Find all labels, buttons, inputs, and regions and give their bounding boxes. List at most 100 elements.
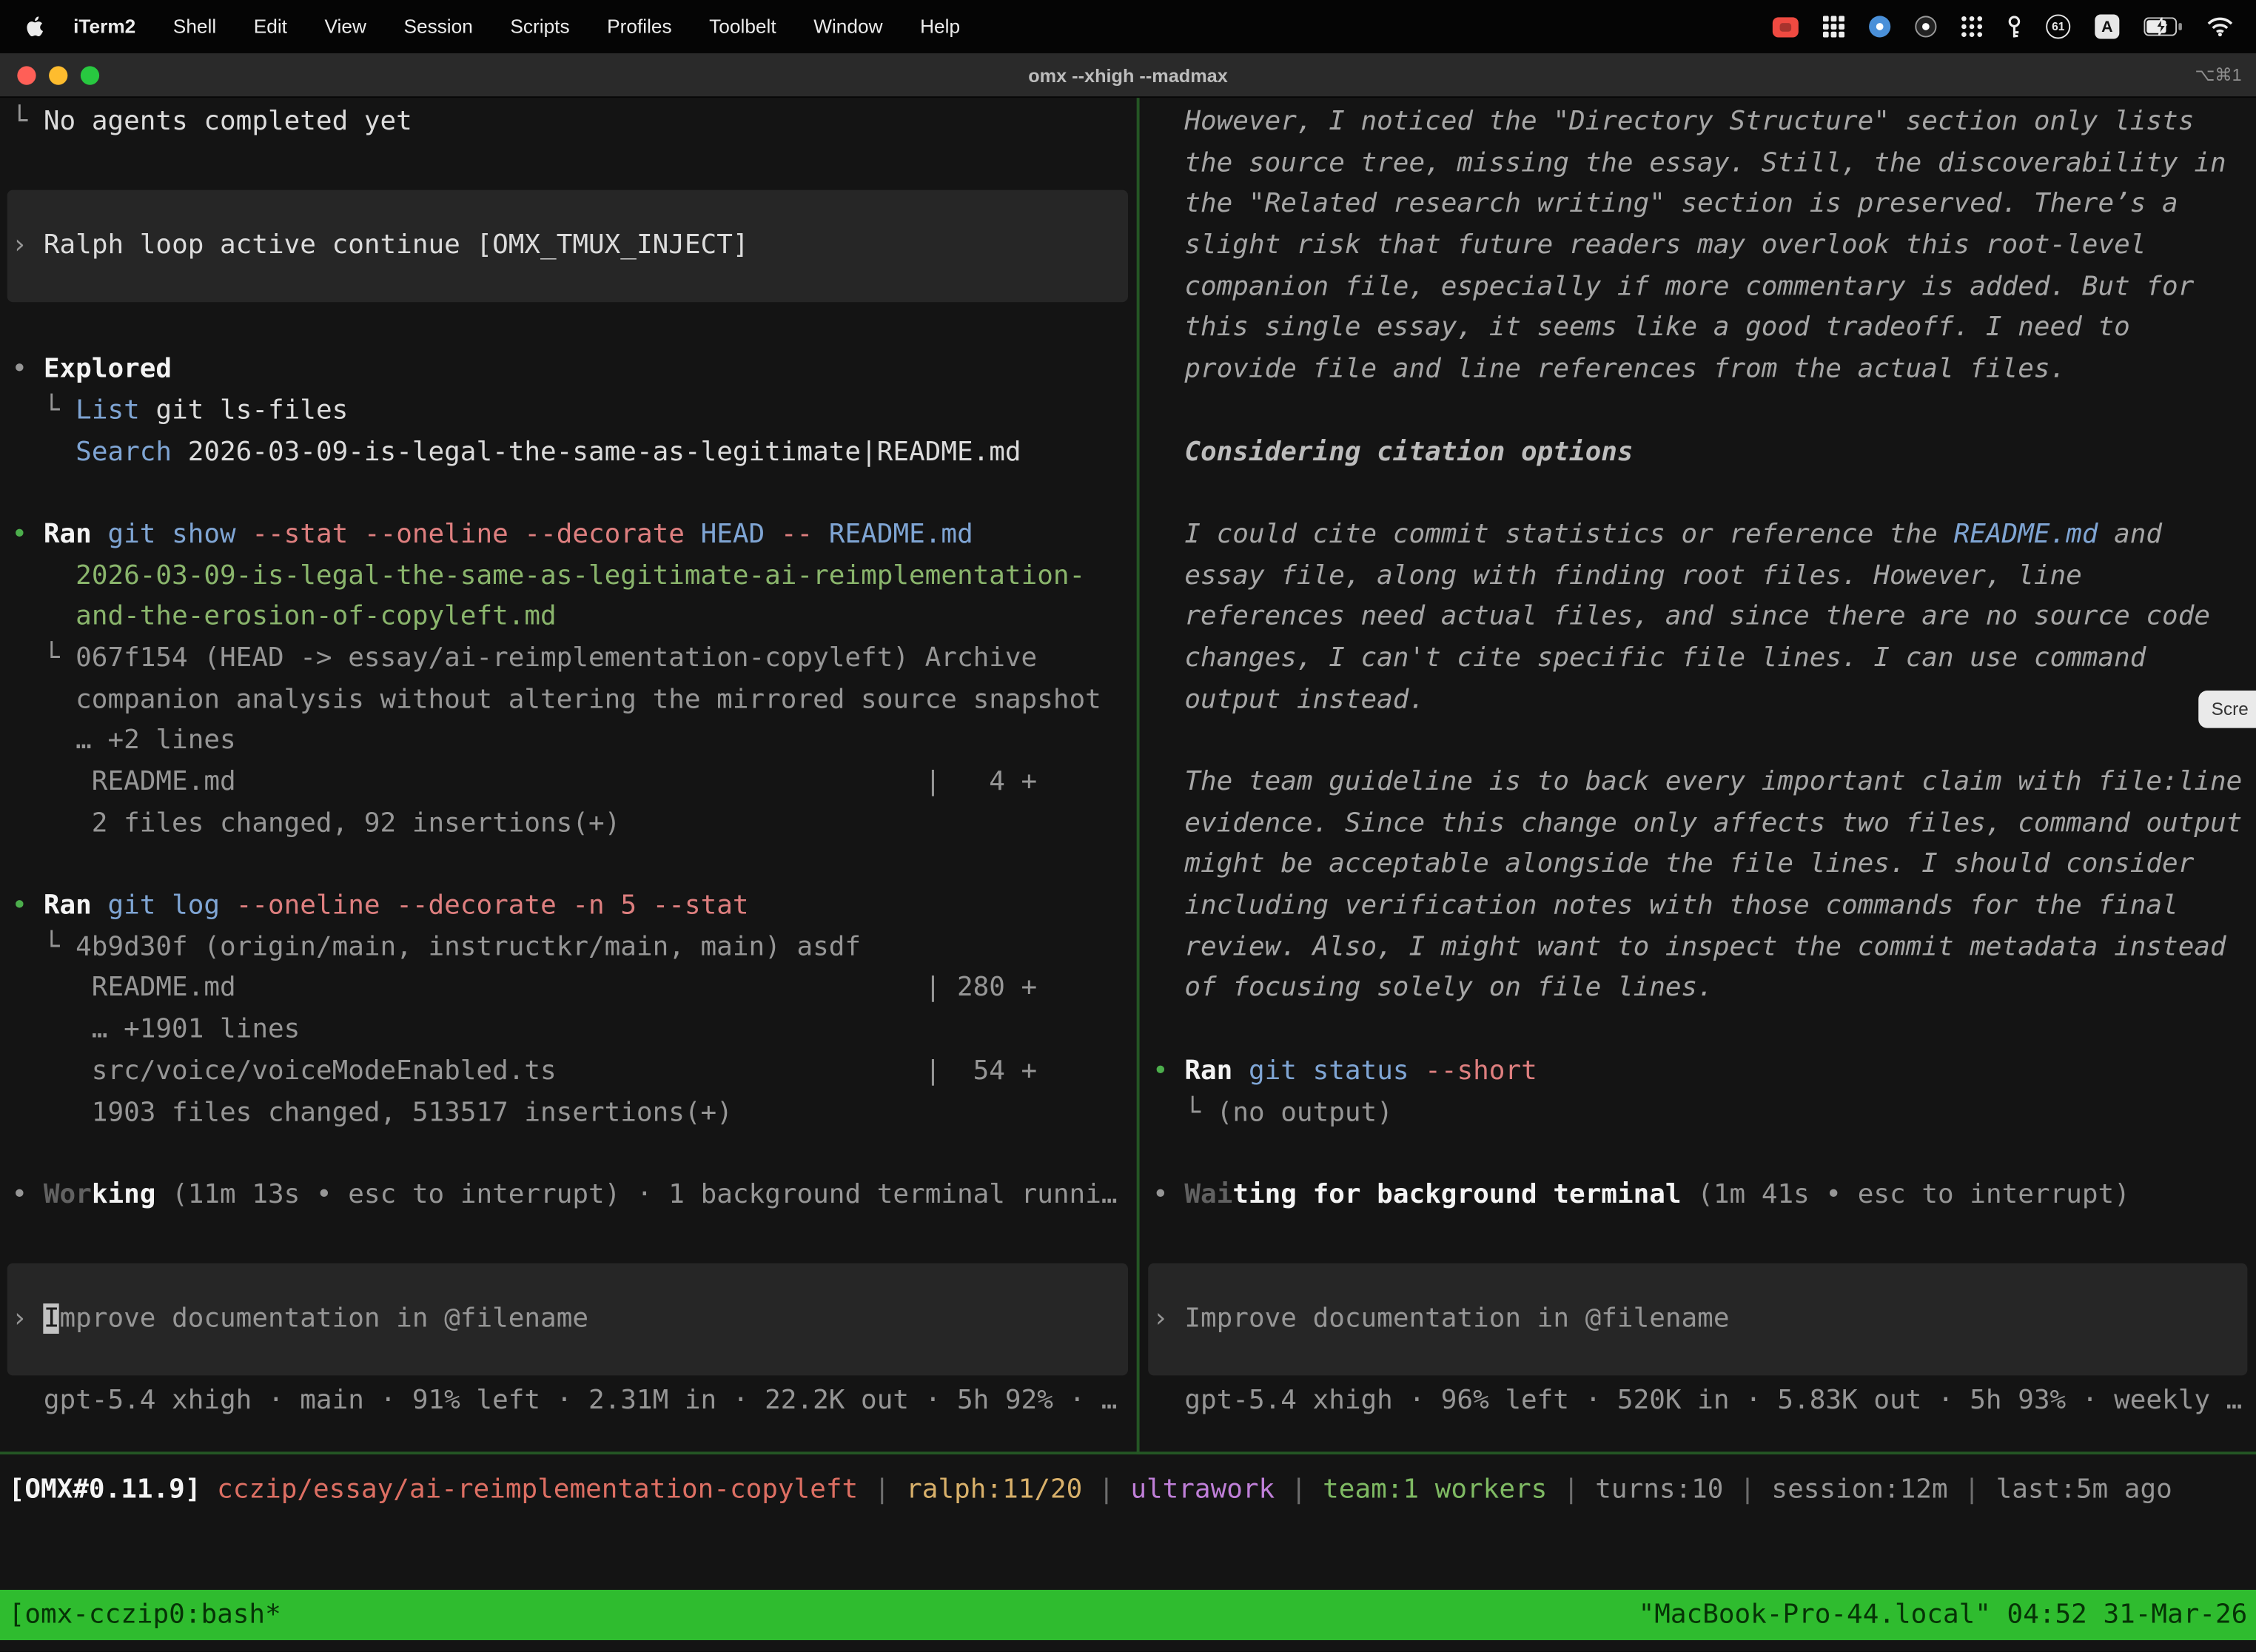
- text-segment: · 1 background terminal runni…: [637, 1180, 1118, 1210]
- blue-app-icon[interactable]: [1869, 16, 1890, 37]
- close-button[interactable]: [17, 66, 36, 84]
- terminal-line: of focusing solely on file lines.: [1152, 969, 2256, 1010]
- key-icon[interactable]: [2007, 15, 2021, 38]
- terminal-line: provide file and line references from th…: [1152, 350, 2256, 392]
- dark-app-icon[interactable]: [1915, 16, 1936, 37]
- prompt-input: › Improve documentation in @filename: [7, 1299, 588, 1340]
- blank-line: [12, 845, 1137, 887]
- screen-recording-icon[interactable]: [1773, 16, 1799, 36]
- text-segment: |: [1723, 1474, 1771, 1505]
- terminal-line: and-the-erosion-of-copyleft.md: [12, 597, 1137, 639]
- text-segment: README.md | 280 +: [12, 973, 1038, 1004]
- text-segment: •: [12, 1180, 44, 1210]
- right-terminal-pane[interactable]: However, I noticed the "Directory Struct…: [1140, 98, 2256, 1451]
- dots-grid-icon[interactable]: [1961, 16, 1983, 37]
- battery-percent-badge[interactable]: 61: [2046, 14, 2070, 38]
- text-segment: --short: [1409, 1055, 1537, 1086]
- text-segment: git log: [107, 890, 220, 921]
- text-segment: (no output): [1217, 1097, 1393, 1127]
- prompt-input[interactable]: › Improve documentation in @filename: [7, 1263, 1128, 1376]
- text-segment: (11m 13s • esc to interrupt): [155, 1180, 637, 1210]
- menu-edit[interactable]: Edit: [235, 16, 306, 37]
- text-segment: the source tree, missing the essay. Stil…: [1152, 148, 2226, 178]
- text-segment: •: [1152, 1180, 1184, 1210]
- terminal-line: evidence. Since this change only affects…: [1152, 804, 2256, 845]
- menu-toolbelt[interactable]: Toolbelt: [691, 16, 795, 37]
- text-segment: king: [92, 1180, 156, 1210]
- text-segment: essay file, along with finding root file…: [1152, 560, 2082, 591]
- text-segment: ›: [12, 1303, 44, 1334]
- screen-share-chip[interactable]: Scre: [2198, 691, 2256, 728]
- grid-app-icon[interactable]: [1823, 16, 1844, 37]
- terminal-line: I could cite commit statistics or refere…: [1152, 515, 2256, 557]
- model-status-line: gpt-5.4 xhigh · main · 91% left · 2.31M …: [12, 1382, 1137, 1423]
- text-segment: Ralph loop active continue [OMX_TMUX_INJ…: [44, 230, 749, 261]
- text-segment: evidence. Since this change only affects…: [1152, 808, 2242, 839]
- menu-scripts[interactable]: Scripts: [491, 16, 588, 37]
- terminal-area[interactable]: └ No agents completed yet › Ralph loop ac…: [0, 98, 2256, 1451]
- iterm2-window: iTerm2 Shell Edit View Session Scripts P…: [0, 0, 2256, 1652]
- terminal-line: └ 067f154 (HEAD -> essay/ai-reimplementa…: [12, 639, 1137, 680]
- battery-percent-text: 61: [2052, 20, 2064, 33]
- battery-icon[interactable]: [2143, 17, 2182, 36]
- text-segment: session:12m: [1771, 1474, 1947, 1505]
- text-segment: └: [1152, 1097, 1217, 1127]
- terminal-line: └ List git ls-files: [12, 391, 1137, 432]
- text-segment: README.md: [1954, 519, 2098, 549]
- blank-line: [12, 1134, 1137, 1175]
- terminal-line: slight risk that future readers may over…: [1152, 226, 2256, 267]
- input-source-icon[interactable]: A: [2095, 14, 2119, 38]
- text-segment: (1m 41s • esc to interrupt): [1682, 1180, 2130, 1210]
- menu-iterm2[interactable]: iTerm2: [55, 16, 155, 37]
- minimize-button[interactable]: [49, 66, 67, 84]
- menu-view[interactable]: View: [306, 16, 385, 37]
- text-segment: gpt-5.4 xhigh · main · 91% left · 2.31M …: [12, 1386, 1118, 1417]
- waiting-status-line: • Waiting for background terminal (1m 41…: [1152, 1175, 2256, 1217]
- text-segment: the "Related research writing" section i…: [1152, 189, 2178, 219]
- text-segment: … +2 lines: [12, 725, 236, 756]
- zoom-button[interactable]: [81, 66, 99, 84]
- text-segment: └: [12, 395, 76, 426]
- text-segment: The team guideline is to back every impo…: [1152, 767, 2242, 797]
- tmux-host-clock: "MacBook-Pro-44.local" 04:52 31-Mar-26: [1639, 1600, 2248, 1631]
- text-segment: this single essay, it seems like a good …: [1152, 313, 2130, 343]
- menu-shell[interactable]: Shell: [155, 16, 235, 37]
- menu-bar-status-icons: 61 A: [1773, 14, 2233, 38]
- text-segment: git show: [107, 520, 235, 550]
- agents-summary-line: └ No agents completed yet: [12, 102, 1137, 144]
- text-segment: --stat --oneline --decorate: [236, 520, 701, 550]
- blank-line: [1152, 1010, 2256, 1052]
- terminal-line: changes, I can't cite specific file line…: [1152, 639, 2256, 680]
- left-terminal-pane[interactable]: └ No agents completed yet › Ralph loop ac…: [0, 98, 1137, 1451]
- blank-line: [12, 1217, 1137, 1258]
- ran-git-status: • Ran git status --short: [1152, 1052, 2256, 1093]
- menu-window[interactable]: Window: [795, 16, 902, 37]
- omx-status-line: [OMX#0.11.9] cczip/essay/ai-reimplementa…: [9, 1471, 2172, 1512]
- tmux-vertical-pane-divider[interactable]: [1137, 98, 1140, 1454]
- text-segment: ralph:11/20: [906, 1474, 1082, 1505]
- text-segment: Improve documentation in @filename: [1184, 1303, 1729, 1334]
- menu-help[interactable]: Help: [902, 16, 979, 37]
- terminal-line: … +2 lines: [12, 722, 1137, 763]
- text-segment: ting for background terminal: [1232, 1180, 1681, 1210]
- text-segment: ›: [12, 230, 44, 261]
- terminal-line: README.md | 4 +: [12, 762, 1137, 804]
- terminal-line: └ (no output): [1152, 1092, 2256, 1134]
- prompt-input[interactable]: › Improve documentation in @filename: [1148, 1263, 2247, 1376]
- text-segment: Ran: [44, 890, 108, 921]
- menu-session[interactable]: Session: [385, 16, 491, 37]
- text-segment: Ran: [1184, 1055, 1249, 1086]
- screen-share-chip-label: Scre: [2212, 699, 2249, 719]
- text-segment: Explored: [44, 354, 172, 384]
- text-segment: •: [12, 520, 44, 550]
- text-segment: I: [44, 1303, 60, 1334]
- text-segment: Search: [75, 437, 172, 467]
- window-titlebar[interactable]: omx --xhigh --madmax ⌥⌘1: [0, 53, 2256, 98]
- wifi-icon[interactable]: [2207, 16, 2233, 36]
- text-segment: |: [1547, 1474, 1595, 1505]
- terminal-line: output instead.: [1152, 680, 2256, 722]
- apple-menu-icon[interactable]: [26, 14, 46, 38]
- menu-profiles[interactable]: Profiles: [588, 16, 691, 37]
- text-segment: Wai: [1184, 1180, 1232, 1210]
- text-segment: List: [75, 395, 140, 426]
